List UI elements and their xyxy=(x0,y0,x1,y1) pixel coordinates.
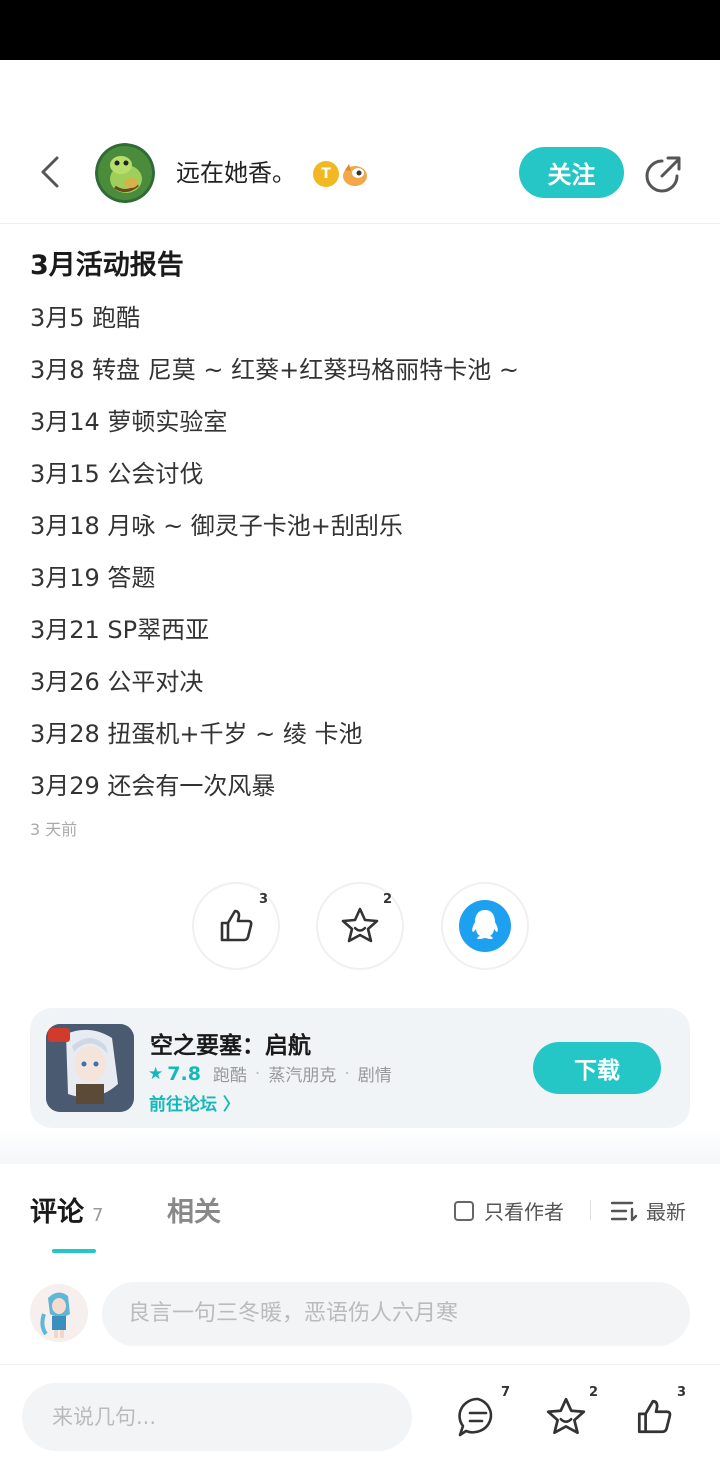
qq-share-button[interactable] xyxy=(441,882,529,970)
status-bar xyxy=(0,0,720,60)
bottom-like-count: 3 xyxy=(676,1385,686,1400)
tag-separator: · xyxy=(254,1063,261,1084)
rating-star-icon: ★ xyxy=(148,1063,164,1084)
forum-link[interactable]: 前往论坛 〉 xyxy=(149,1090,240,1115)
comment-compose: 良言一句三冬暖，恶语伤人六月寒 xyxy=(0,1276,720,1356)
post-line: 3月28 扭蛋机+千岁 ~ 绫 卡池 xyxy=(30,720,363,748)
post-line: 3月5 跑酷 xyxy=(30,304,141,332)
bottom-favorite-count: 2 xyxy=(588,1385,598,1400)
author-name[interactable]: 远在她香。 xyxy=(176,156,296,190)
game-meta: ★ 7.8 跑酷 · 蒸汽朋克 · 剧情 xyxy=(148,1061,392,1087)
author-only-label: 只看作者 xyxy=(484,1200,564,1224)
sort-icon xyxy=(610,1201,638,1221)
post-line: 3月29 还会有一次风暴 xyxy=(30,772,276,800)
comments-button[interactable]: 7 xyxy=(452,1385,510,1443)
pet-badge-icon xyxy=(341,160,369,188)
star-icon xyxy=(546,1397,586,1435)
share-icon xyxy=(645,156,681,193)
comment-bubble-icon xyxy=(458,1397,493,1437)
post-timestamp: 3 天前 xyxy=(30,820,78,839)
comment-tabs: 评论 7 相关 只看作者 最新 xyxy=(0,1164,720,1256)
bottom-comment-count: 7 xyxy=(500,1385,510,1400)
post-actions: 3 2 xyxy=(0,882,720,970)
share-button[interactable] xyxy=(640,150,688,198)
bottom-comment-input[interactable]: 来说几句... xyxy=(22,1383,412,1451)
game-rating: 7.8 xyxy=(167,1062,201,1085)
post-line: 3月15 公会讨伐 xyxy=(30,460,204,488)
chevron-left-icon xyxy=(41,156,59,188)
follow-button[interactable]: 关注 xyxy=(519,147,624,198)
level-badge-icon: T xyxy=(313,161,339,187)
thumbs-up-icon xyxy=(637,1399,672,1434)
bottom-action-bar: 来说几句... 7 2 3 xyxy=(0,1364,720,1469)
tab-related[interactable]: 相关 xyxy=(167,1190,221,1229)
comment-input[interactable]: 良言一句三冬暖，恶语伤人六月寒 xyxy=(102,1282,690,1346)
tab-comments-label: 评论 xyxy=(30,1197,84,1228)
game-icon[interactable] xyxy=(46,1024,134,1112)
post-line: 3月14 萝顿实验室 xyxy=(30,408,228,436)
user-avatar[interactable] xyxy=(30,1284,88,1342)
game-name[interactable]: 空之要塞：启航 xyxy=(150,1026,311,1060)
game-tag: 跑酷 xyxy=(212,1066,247,1086)
post-line: 3月26 公平对决 xyxy=(30,668,204,696)
author-avatar[interactable] xyxy=(95,143,155,203)
author-only-toggle[interactable]: 只看作者 xyxy=(454,1196,564,1225)
post-line: 3月18 月咏 ~ 御灵子卡池+刮刮乐 xyxy=(30,512,403,540)
post-line: 3月21 SP翠西亚 xyxy=(30,616,210,644)
author-only-checkbox[interactable] xyxy=(454,1200,474,1221)
section-divider xyxy=(0,1128,720,1164)
post-title: 3月活动报告 xyxy=(30,250,184,281)
comments-count: 7 xyxy=(92,1205,104,1226)
post-header: 远在她香。 T 关注 xyxy=(0,120,720,224)
tab-comments[interactable]: 评论 7 xyxy=(30,1190,103,1229)
post-line: 3月8 转盘 尼莫 ~ 红葵+红葵玛格丽特卡池 ~ xyxy=(30,356,520,384)
divider xyxy=(590,1200,591,1220)
like-count: 3 xyxy=(258,892,268,907)
post-line: 3月19 答题 xyxy=(30,564,156,592)
bottom-like-button[interactable]: 3 xyxy=(628,1385,686,1443)
favorite-button[interactable]: 2 xyxy=(316,882,404,970)
post-content: 3月活动报告 3月5 跑酷 3月8 转盘 尼莫 ~ 红葵+红葵玛格丽特卡池 ~ … xyxy=(30,240,690,848)
game-card[interactable]: 空之要塞：启航 ★ 7.8 跑酷 · 蒸汽朋克 · 剧情 前往论坛 〉 下载 xyxy=(30,1008,690,1128)
thumbs-up-icon xyxy=(220,909,253,942)
download-button[interactable]: 下载 xyxy=(533,1042,661,1094)
like-button[interactable]: 3 xyxy=(192,882,280,970)
sort-label: 最新 xyxy=(646,1200,686,1224)
sort-button[interactable]: 最新 xyxy=(610,1196,686,1225)
star-icon xyxy=(341,907,379,943)
active-tab-indicator xyxy=(52,1249,96,1253)
qq-icon xyxy=(459,900,511,952)
game-tag: 蒸汽朋克 xyxy=(268,1066,337,1086)
bottom-favorite-button[interactable]: 2 xyxy=(540,1385,598,1443)
back-button[interactable] xyxy=(28,148,72,196)
tag-separator: · xyxy=(344,1063,350,1084)
game-tag: 剧情 xyxy=(357,1066,392,1086)
favorite-count: 2 xyxy=(382,892,392,907)
